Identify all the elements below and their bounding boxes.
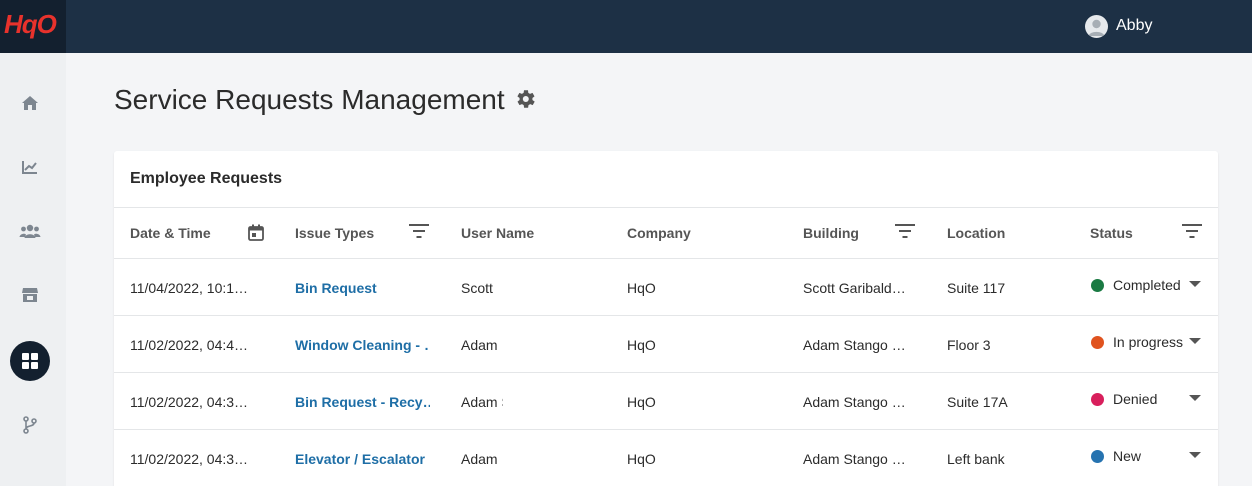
gear-icon xyxy=(517,89,535,108)
logo[interactable]: HqO xyxy=(0,0,66,53)
settings-button[interactable] xyxy=(513,87,537,116)
status-dropdown[interactable]: Completed xyxy=(1091,277,1181,293)
chevron-down-icon[interactable] xyxy=(1189,395,1201,401)
column-header-user-name[interactable]: User Name xyxy=(461,225,534,241)
cell-date-time: 11/02/2022, 04:3… xyxy=(130,451,249,467)
cell-company: HqO xyxy=(627,394,656,410)
divider xyxy=(114,429,1218,430)
divider xyxy=(114,258,1218,259)
analytics-icon xyxy=(22,161,37,174)
cell-company: HqO xyxy=(627,451,656,467)
sidebar-item-users[interactable] xyxy=(10,211,50,251)
page-header: Service Requests Management xyxy=(114,84,537,116)
cell-building: Adam Stango … xyxy=(803,451,906,467)
cell-location: Suite 117 xyxy=(947,280,1006,296)
cell-location: Left bank xyxy=(947,451,1005,467)
cell-location: Suite 17A xyxy=(947,394,1008,410)
issue-types-filter-button[interactable] xyxy=(409,223,429,244)
chevron-down-icon[interactable] xyxy=(1189,452,1201,458)
sidebar-item-home[interactable] xyxy=(10,83,50,123)
cell-date-time: 11/04/2022, 10:1… xyxy=(130,280,249,296)
sidebar-item-store[interactable] xyxy=(10,275,50,315)
user-menu[interactable]: Abby xyxy=(1085,13,1152,39)
column-header-building[interactable]: Building xyxy=(803,225,859,241)
cell-location: Floor 3 xyxy=(947,337,991,353)
users-icon xyxy=(19,224,41,238)
filter-icon xyxy=(409,224,429,238)
cell-user-name: Adam xyxy=(461,451,498,467)
cell-issue-type-link[interactable]: Bin Request xyxy=(295,280,430,296)
status-dropdown[interactable]: Denied xyxy=(1091,391,1157,407)
status-dot xyxy=(1091,278,1104,292)
integrations-icon xyxy=(23,416,37,434)
cell-user-name: Adam S xyxy=(461,394,503,410)
cell-issue-type-link[interactable]: Elevator / Escalator xyxy=(295,451,430,467)
cell-building: Adam Stango … xyxy=(803,337,906,353)
cell-user-name: Scott xyxy=(461,280,493,296)
cell-company: HqO xyxy=(627,337,656,353)
cell-date-time: 11/02/2022, 04:3… xyxy=(130,394,249,410)
cell-issue-type-link[interactable]: Window Cleaning - … xyxy=(295,337,430,353)
page-title: Service Requests Management xyxy=(114,84,505,115)
status-label: In progress xyxy=(1113,334,1184,350)
column-header-status[interactable]: Status xyxy=(1090,225,1133,241)
status-label: Completed xyxy=(1113,277,1181,293)
date-picker-button[interactable] xyxy=(248,224,264,246)
cell-date-time: 11/02/2022, 04:4… xyxy=(130,337,249,353)
chevron-down-icon[interactable] xyxy=(1189,281,1201,287)
cell-user-name: Adam xyxy=(461,337,498,353)
sidebar-item-integrations[interactable] xyxy=(10,405,50,445)
status-dot xyxy=(1091,392,1104,406)
divider xyxy=(114,207,1218,208)
column-header-issue-types[interactable]: Issue Types xyxy=(295,225,374,241)
dashboard-icon xyxy=(22,353,38,369)
calendar-icon xyxy=(248,224,264,241)
user-name: Abby xyxy=(1116,17,1153,34)
cell-company: HqO xyxy=(627,280,656,296)
cell-building: Scott Garibald… xyxy=(803,280,906,296)
sidebar-item-dashboard[interactable] xyxy=(10,341,50,381)
column-header-company[interactable]: Company xyxy=(627,225,691,241)
employee-requests-card: Employee Requests Date & Time Issue Type… xyxy=(114,151,1218,486)
user-avatar-icon xyxy=(1088,19,1105,36)
sidebar-item-analytics[interactable] xyxy=(10,147,50,187)
status-label: Denied xyxy=(1113,391,1158,407)
chevron-down-icon[interactable] xyxy=(1189,338,1201,344)
building-filter-button[interactable] xyxy=(895,223,915,244)
status-dot xyxy=(1091,335,1104,349)
sidebar xyxy=(0,53,66,486)
filter-icon xyxy=(1182,224,1202,238)
column-header-location[interactable]: Location xyxy=(947,225,1005,241)
avatar xyxy=(1085,14,1108,38)
home-icon xyxy=(22,96,38,110)
status-label: New xyxy=(1113,448,1142,464)
column-header-date-time[interactable]: Date & Time xyxy=(130,225,211,241)
store-icon xyxy=(22,288,38,302)
divider xyxy=(114,372,1218,373)
cell-issue-type-link[interactable]: Bin Request - Recy… xyxy=(295,394,430,410)
card-title: Employee Requests xyxy=(130,170,283,187)
status-filter-button[interactable] xyxy=(1182,223,1202,244)
logo-text: HqO xyxy=(4,9,57,39)
cell-building: Adam Stango … xyxy=(803,394,906,410)
filter-icon xyxy=(895,224,915,238)
status-dropdown[interactable]: In progress xyxy=(1091,334,1183,350)
status-dot xyxy=(1091,449,1104,463)
status-dropdown[interactable]: New xyxy=(1091,448,1141,464)
top-bar: HqO Abby xyxy=(0,0,1252,53)
divider xyxy=(114,315,1218,316)
